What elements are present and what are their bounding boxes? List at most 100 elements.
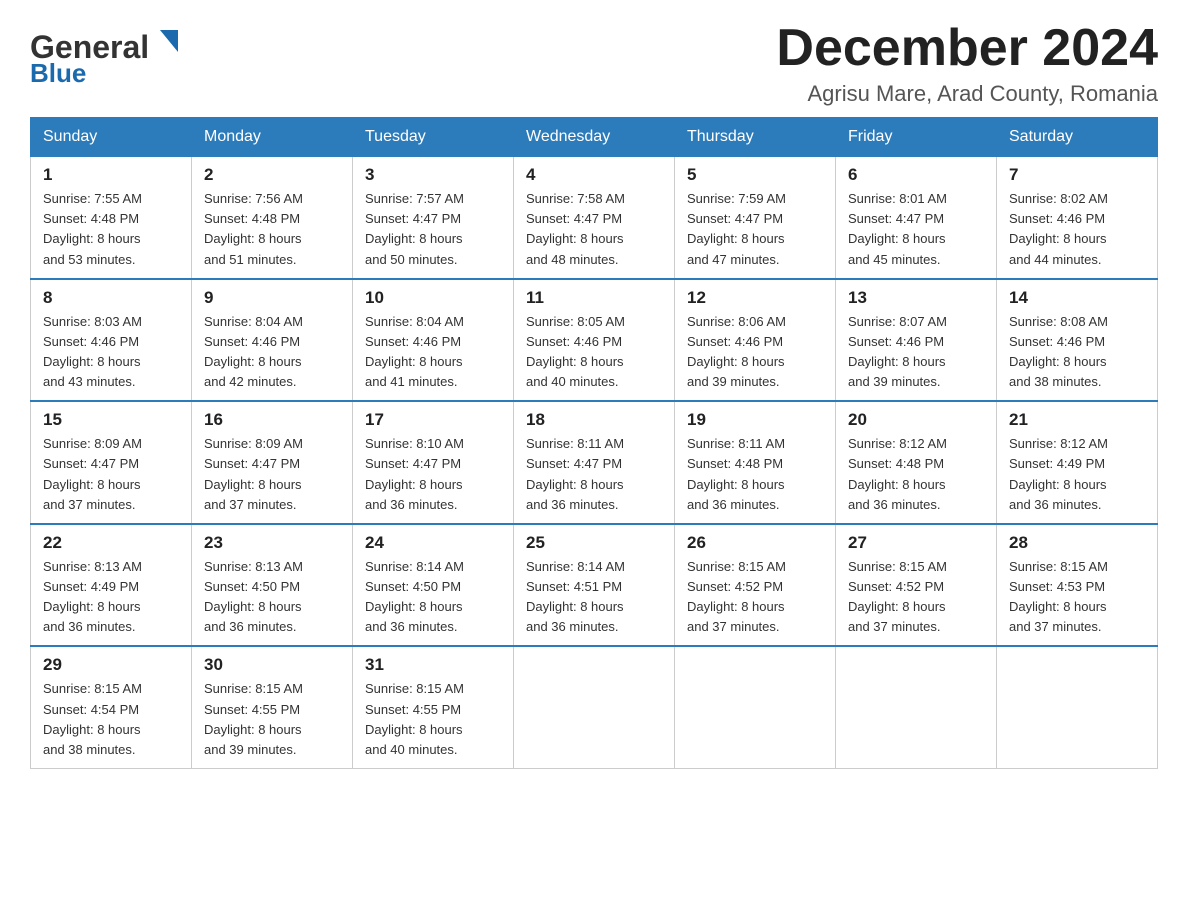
- calendar-cell: 20 Sunrise: 8:12 AMSunset: 4:48 PMDayligh…: [836, 401, 997, 524]
- day-number: 27: [848, 533, 984, 553]
- calendar-cell: 16 Sunrise: 8:09 AMSunset: 4:47 PMDayligh…: [192, 401, 353, 524]
- day-number: 7: [1009, 165, 1145, 185]
- weekday-header-monday: Monday: [192, 118, 353, 157]
- day-info: Sunrise: 7:58 AMSunset: 4:47 PMDaylight:…: [526, 189, 662, 270]
- day-number: 26: [687, 533, 823, 553]
- day-info: Sunrise: 8:10 AMSunset: 4:47 PMDaylight:…: [365, 434, 501, 515]
- day-info: Sunrise: 7:55 AMSunset: 4:48 PMDaylight:…: [43, 189, 179, 270]
- day-info: Sunrise: 7:57 AMSunset: 4:47 PMDaylight:…: [365, 189, 501, 270]
- day-number: 17: [365, 410, 501, 430]
- calendar-week-row: 29 Sunrise: 8:15 AMSunset: 4:54 PMDayligh…: [31, 646, 1158, 768]
- calendar-cell: [514, 646, 675, 768]
- logo: General Blue: [30, 20, 190, 95]
- weekday-header-saturday: Saturday: [997, 118, 1158, 157]
- logo-svg: General Blue: [30, 20, 190, 90]
- day-number: 19: [687, 410, 823, 430]
- calendar-cell: 23 Sunrise: 8:13 AMSunset: 4:50 PMDayligh…: [192, 524, 353, 647]
- calendar-cell: 13 Sunrise: 8:07 AMSunset: 4:46 PMDayligh…: [836, 279, 997, 402]
- day-number: 31: [365, 655, 501, 675]
- day-number: 2: [204, 165, 340, 185]
- day-info: Sunrise: 8:07 AMSunset: 4:46 PMDaylight:…: [848, 312, 984, 393]
- day-number: 21: [1009, 410, 1145, 430]
- location-subtitle: Agrisu Mare, Arad County, Romania: [776, 81, 1158, 107]
- calendar-week-row: 15Sunrise: 8:09 AMSunset: 4:47 PMDayligh…: [31, 401, 1158, 524]
- weekday-header-sunday: Sunday: [31, 118, 192, 157]
- day-info: Sunrise: 8:11 AMSunset: 4:48 PMDaylight:…: [687, 434, 823, 515]
- day-info: Sunrise: 8:09 AMSunset: 4:47 PMDaylight:…: [204, 434, 340, 515]
- calendar-table: SundayMondayTuesdayWednesdayThursdayFrid…: [30, 117, 1158, 769]
- day-number: 1: [43, 165, 179, 185]
- weekday-header-friday: Friday: [836, 118, 997, 157]
- day-info: Sunrise: 8:01 AMSunset: 4:47 PMDaylight:…: [848, 189, 984, 270]
- day-number: 29: [43, 655, 179, 675]
- day-number: 16: [204, 410, 340, 430]
- day-info: Sunrise: 8:15 AMSunset: 4:55 PMDaylight:…: [204, 679, 340, 760]
- day-info: Sunrise: 8:12 AMSunset: 4:48 PMDaylight:…: [848, 434, 984, 515]
- day-number: 30: [204, 655, 340, 675]
- weekday-header-row: SundayMondayTuesdayWednesdayThursdayFrid…: [31, 118, 1158, 157]
- day-number: 4: [526, 165, 662, 185]
- month-title: December 2024: [776, 20, 1158, 77]
- calendar-cell: 18 Sunrise: 8:11 AMSunset: 4:47 PMDayligh…: [514, 401, 675, 524]
- day-info: Sunrise: 8:13 AMSunset: 4:50 PMDaylight:…: [204, 557, 340, 638]
- day-info: Sunrise: 7:56 AMSunset: 4:48 PMDaylight:…: [204, 189, 340, 270]
- day-number: 10: [365, 288, 501, 308]
- day-info: Sunrise: 8:04 AMSunset: 4:46 PMDaylight:…: [204, 312, 340, 393]
- day-info: Sunrise: 8:13 AMSunset: 4:49 PMDaylight:…: [43, 557, 179, 638]
- day-number: 12: [687, 288, 823, 308]
- calendar-cell: 21Sunrise: 8:12 AMSunset: 4:49 PMDayligh…: [997, 401, 1158, 524]
- day-info: Sunrise: 8:15 AMSunset: 4:53 PMDaylight:…: [1009, 557, 1145, 638]
- calendar-cell: 1 Sunrise: 7:55 AMSunset: 4:48 PMDaylight…: [31, 157, 192, 279]
- day-info: Sunrise: 7:59 AMSunset: 4:47 PMDaylight:…: [687, 189, 823, 270]
- calendar-cell: 11Sunrise: 8:05 AMSunset: 4:46 PMDayligh…: [514, 279, 675, 402]
- calendar-cell: 19 Sunrise: 8:11 AMSunset: 4:48 PMDayligh…: [675, 401, 836, 524]
- day-number: 20: [848, 410, 984, 430]
- calendar-cell: [836, 646, 997, 768]
- day-number: 23: [204, 533, 340, 553]
- day-number: 5: [687, 165, 823, 185]
- day-info: Sunrise: 8:15 AMSunset: 4:52 PMDaylight:…: [687, 557, 823, 638]
- calendar-week-row: 1 Sunrise: 7:55 AMSunset: 4:48 PMDaylight…: [31, 157, 1158, 279]
- calendar-week-row: 22 Sunrise: 8:13 AMSunset: 4:49 PMDayligh…: [31, 524, 1158, 647]
- calendar-cell: 4 Sunrise: 7:58 AMSunset: 4:47 PMDaylight…: [514, 157, 675, 279]
- day-info: Sunrise: 8:05 AMSunset: 4:46 PMDaylight:…: [526, 312, 662, 393]
- day-info: Sunrise: 8:15 AMSunset: 4:54 PMDaylight:…: [43, 679, 179, 760]
- day-info: Sunrise: 8:15 AMSunset: 4:55 PMDaylight:…: [365, 679, 501, 760]
- calendar-cell: 6Sunrise: 8:01 AMSunset: 4:47 PMDaylight…: [836, 157, 997, 279]
- calendar-cell: 7 Sunrise: 8:02 AMSunset: 4:46 PMDaylight…: [997, 157, 1158, 279]
- calendar-cell: 3 Sunrise: 7:57 AMSunset: 4:47 PMDaylight…: [353, 157, 514, 279]
- calendar-cell: 15Sunrise: 8:09 AMSunset: 4:47 PMDayligh…: [31, 401, 192, 524]
- calendar-cell: 5 Sunrise: 7:59 AMSunset: 4:47 PMDaylight…: [675, 157, 836, 279]
- day-number: 3: [365, 165, 501, 185]
- calendar-cell: 29 Sunrise: 8:15 AMSunset: 4:54 PMDayligh…: [31, 646, 192, 768]
- day-info: Sunrise: 8:11 AMSunset: 4:47 PMDaylight:…: [526, 434, 662, 515]
- calendar-cell: 12 Sunrise: 8:06 AMSunset: 4:46 PMDayligh…: [675, 279, 836, 402]
- day-info: Sunrise: 8:02 AMSunset: 4:46 PMDaylight:…: [1009, 189, 1145, 270]
- calendar-cell: 10 Sunrise: 8:04 AMSunset: 4:46 PMDayligh…: [353, 279, 514, 402]
- day-info: Sunrise: 8:04 AMSunset: 4:46 PMDaylight:…: [365, 312, 501, 393]
- day-number: 24: [365, 533, 501, 553]
- calendar-cell: 14Sunrise: 8:08 AMSunset: 4:46 PMDayligh…: [997, 279, 1158, 402]
- day-info: Sunrise: 8:15 AMSunset: 4:52 PMDaylight:…: [848, 557, 984, 638]
- day-number: 28: [1009, 533, 1145, 553]
- svg-text:Blue: Blue: [30, 58, 86, 88]
- day-number: 25: [526, 533, 662, 553]
- page-header: General Blue December 2024 Agrisu Mare, …: [30, 20, 1158, 107]
- calendar-title-area: December 2024 Agrisu Mare, Arad County, …: [776, 20, 1158, 107]
- day-number: 13: [848, 288, 984, 308]
- day-number: 8: [43, 288, 179, 308]
- day-number: 22: [43, 533, 179, 553]
- calendar-cell: [997, 646, 1158, 768]
- calendar-cell: 26 Sunrise: 8:15 AMSunset: 4:52 PMDayligh…: [675, 524, 836, 647]
- calendar-week-row: 8 Sunrise: 8:03 AMSunset: 4:46 PMDaylight…: [31, 279, 1158, 402]
- day-number: 18: [526, 410, 662, 430]
- calendar-cell: 9 Sunrise: 8:04 AMSunset: 4:46 PMDaylight…: [192, 279, 353, 402]
- calendar-cell: 22 Sunrise: 8:13 AMSunset: 4:49 PMDayligh…: [31, 524, 192, 647]
- day-info: Sunrise: 8:06 AMSunset: 4:46 PMDaylight:…: [687, 312, 823, 393]
- day-info: Sunrise: 8:03 AMSunset: 4:46 PMDaylight:…: [43, 312, 179, 393]
- calendar-cell: 31 Sunrise: 8:15 AMSunset: 4:55 PMDayligh…: [353, 646, 514, 768]
- calendar-cell: 30 Sunrise: 8:15 AMSunset: 4:55 PMDayligh…: [192, 646, 353, 768]
- weekday-header-thursday: Thursday: [675, 118, 836, 157]
- day-number: 9: [204, 288, 340, 308]
- calendar-cell: [675, 646, 836, 768]
